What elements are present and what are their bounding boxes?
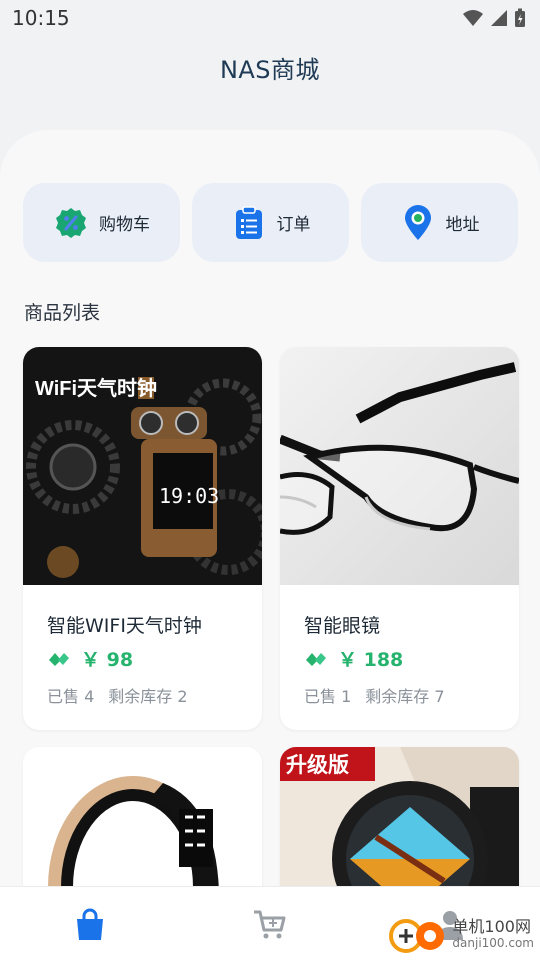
- watermark-logo-icon: [389, 919, 445, 953]
- watermark-url: danji100.com: [452, 936, 534, 950]
- stock-count: 剩余库存 2: [108, 687, 188, 706]
- product-price: ￥ 98: [81, 649, 134, 671]
- product-meta: 已售 1 剩余库存 7: [304, 683, 445, 707]
- price-tag-icon: [49, 652, 69, 666]
- status-bar: 10:15: [0, 0, 540, 36]
- battery-icon: [515, 8, 525, 27]
- page-title: NAS商城: [219, 56, 321, 84]
- sold-count: 已售 4: [47, 687, 95, 706]
- sold-count: 已售 1: [304, 687, 352, 706]
- clipboard-list-icon: [231, 205, 267, 241]
- clock-screen-time: 19:03: [159, 484, 219, 508]
- price-tag-icon: [306, 652, 326, 666]
- cart-shortcut-label: 购物车: [99, 215, 150, 235]
- cart-icon: [254, 910, 286, 939]
- location-pin-icon: [400, 204, 436, 241]
- orders-shortcut-label: 订单: [276, 215, 311, 235]
- cart-shortcut-button[interactable]: 购物车: [23, 183, 180, 262]
- product-image-glasses: [280, 347, 519, 585]
- address-shortcut-button[interactable]: 地址: [361, 183, 518, 262]
- signal-icon: [491, 10, 507, 26]
- product-card[interactable]: 智能眼镜 ￥ 188 已售 1 剩余库存 7: [280, 347, 519, 730]
- product-image-ring: [23, 747, 262, 890]
- product-name: 智能眼镜: [304, 615, 381, 637]
- main-content: 购物车 订单 地址 商品列表 19:03 WiFi天气时钟 智能WIFI天气时钟…: [0, 130, 540, 890]
- product-list-heading: 商品列表: [24, 302, 101, 324]
- product-image-watch: 升级版: [280, 747, 519, 890]
- stock-count: 剩余库存 7: [365, 687, 445, 706]
- price-row: ￥ 98: [47, 645, 133, 672]
- watermark-text: 单机100网: [452, 917, 531, 936]
- status-time: 10:15: [12, 6, 70, 30]
- nav-cart[interactable]: [250, 905, 290, 945]
- orders-shortcut-button[interactable]: 订单: [192, 183, 349, 262]
- product-name: 智能WIFI天气时钟: [47, 615, 202, 637]
- clock-image-caption: WiFi天气时钟: [35, 376, 157, 400]
- nav-shop[interactable]: [70, 905, 110, 945]
- watermark-text-block: 单机100网 danji100.com: [452, 917, 534, 951]
- product-image-clock: 19:03 WiFi天气时钟: [23, 347, 262, 585]
- address-shortcut-label: 地址: [445, 215, 480, 235]
- watermark: 单机100网 danji100.com: [388, 914, 534, 954]
- price-row: ￥ 188: [304, 645, 403, 672]
- product-price: ￥ 188: [338, 649, 404, 671]
- quick-actions: 购物车 订单 地址: [23, 183, 518, 262]
- product-meta: 已售 4 剩余库存 2: [47, 683, 188, 707]
- shopping-bag-icon: [77, 908, 103, 940]
- watch-image-caption: 升级版: [286, 753, 349, 777]
- status-icons: [462, 8, 526, 28]
- product-card[interactable]: 升级版: [280, 747, 519, 890]
- product-card[interactable]: 19:03 WiFi天气时钟 智能WIFI天气时钟 ￥ 98 已售 4 剩余库存…: [23, 347, 262, 730]
- wifi-icon: [463, 10, 483, 26]
- product-card[interactable]: [23, 747, 262, 890]
- badge-percent-icon: [53, 205, 89, 241]
